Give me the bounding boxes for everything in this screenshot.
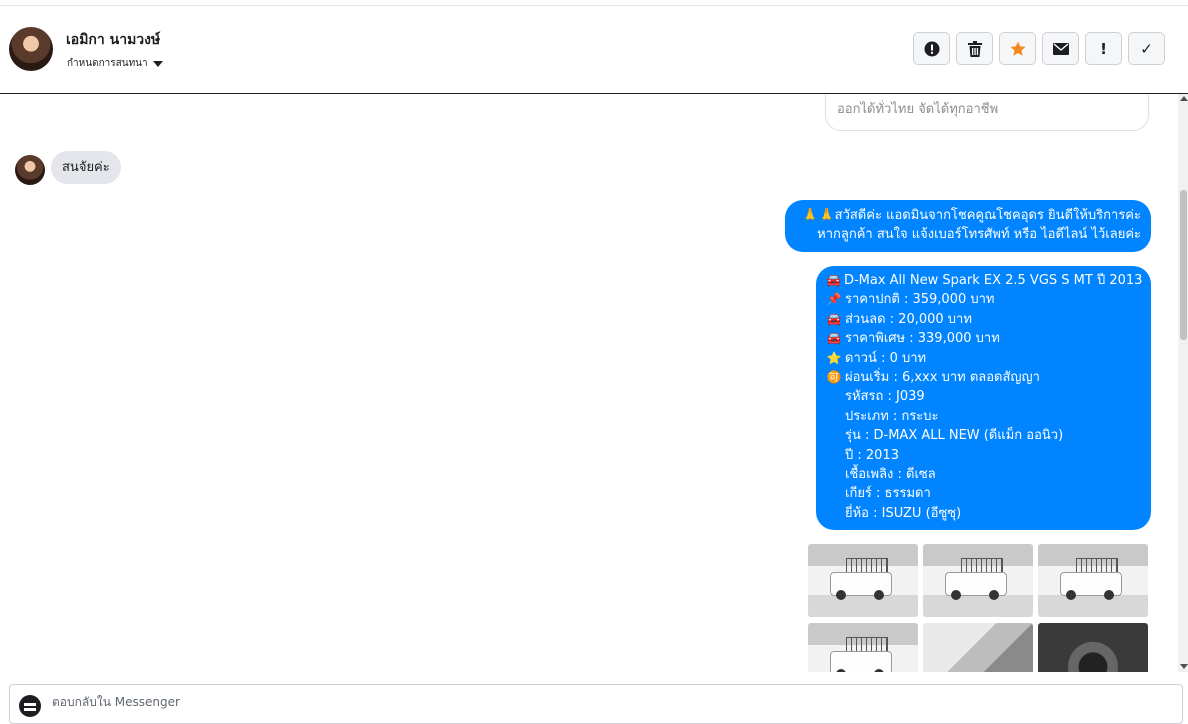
star-icon bbox=[1010, 41, 1025, 56]
trash-icon bbox=[967, 40, 982, 57]
conversation-header: เอมิกา นามวงษ์ กำหนดการสนทนา ! ✓ bbox=[0, 6, 1188, 94]
contact-avatar[interactable] bbox=[9, 27, 53, 71]
thread-scrollbar[interactable] bbox=[1178, 94, 1188, 672]
ad-card-text: ออกได้ทั่วไทย จัดได้ทุกอาชีพ bbox=[837, 102, 999, 117]
listing-line: 🚘 D-Max All New Spark EX 2.5 VGS S MT ปี … bbox=[826, 271, 1142, 290]
car-photo[interactable] bbox=[1038, 623, 1148, 672]
listing-line: 🉑 ผ่อนเริ่ม : 6,xxx บาท ตลอดสัญญา bbox=[826, 368, 1141, 387]
incoming-message[interactable]: สนจัยค่ะ bbox=[51, 151, 121, 184]
photo-gallery bbox=[808, 544, 1152, 672]
caret-down-icon bbox=[152, 60, 163, 67]
check-icon: ✓ bbox=[1140, 39, 1153, 58]
pin-icon: 📌 bbox=[826, 292, 842, 307]
header-toolbar: ! ✓ bbox=[913, 32, 1165, 65]
listing-line: ประเภท : กระบะ bbox=[845, 408, 939, 424]
delete-button[interactable] bbox=[956, 32, 993, 65]
ad-card[interactable]: ออกได้ทั่วไทย จัดได้ทุกอาชีพ bbox=[825, 94, 1149, 131]
listing-line: ⭐ ดาวน์ : 0 บาท bbox=[826, 349, 1141, 368]
car-icon: 🚘 bbox=[826, 331, 842, 346]
follow-up-button[interactable]: ! bbox=[1085, 32, 1122, 65]
listing-line: ปี : 2013 bbox=[845, 447, 899, 463]
messenger-icon bbox=[19, 695, 41, 717]
message-thread[interactable]: ออกได้ทั่วไทย จัดได้ทุกอาชีพ สนจัยค่ะ 🙏🙏… bbox=[0, 94, 1178, 672]
star-button[interactable] bbox=[999, 32, 1036, 65]
contact-name[interactable]: เอมิกา นามวงษ์ bbox=[66, 29, 160, 51]
scrollbar-thumb[interactable] bbox=[1180, 190, 1187, 340]
alert-circle-icon bbox=[924, 41, 939, 56]
reply-input[interactable] bbox=[52, 695, 652, 709]
exclamation-icon: ! bbox=[1100, 39, 1107, 58]
assign-conversation-dropdown[interactable]: กำหนดการสนทนา bbox=[67, 56, 163, 71]
car-photo[interactable] bbox=[808, 544, 918, 617]
accept-badge-icon: 🉑 bbox=[826, 370, 842, 385]
assign-conversation-label: กำหนดการสนทนา bbox=[67, 58, 148, 69]
listing-line: เกียร์ : ธรรมดา bbox=[845, 486, 931, 502]
car-photo[interactable] bbox=[808, 623, 918, 672]
listing-line: 🚘 ส่วนลด : 20,000 บาท bbox=[826, 310, 1141, 329]
car-photo[interactable] bbox=[1038, 544, 1148, 617]
listing-line: 📌 ราคาปกติ : 359,000 บาท bbox=[826, 290, 1141, 309]
car-icon: 🚘 bbox=[826, 311, 842, 326]
listing-line: รุ่น : D-MAX ALL NEW (ดีแม็ก ออนิว) bbox=[845, 428, 1064, 444]
star-icon: ⭐ bbox=[826, 350, 842, 365]
listing-line: รหัสรถ : J039 bbox=[845, 389, 925, 405]
listing-line: ยี่ห้อ : ISUZU (อีซูซุ) bbox=[845, 505, 962, 521]
scroll-down-arrow-icon[interactable] bbox=[1180, 664, 1188, 669]
greeting-line-2: หากลูกค้า สนใจ แจ้งเบอร์โทรศัพท์ หรือ ไอ… bbox=[817, 227, 1141, 242]
outgoing-message-greeting[interactable]: 🙏🙏สวัสดีค่ะ แอดมินจากโชคคูณโชคอุดร ยินดี… bbox=[785, 200, 1151, 252]
done-button[interactable]: ✓ bbox=[1128, 32, 1165, 65]
scroll-up-arrow-icon[interactable] bbox=[1180, 96, 1188, 101]
car-photo[interactable] bbox=[923, 544, 1033, 617]
sender-avatar bbox=[15, 155, 45, 185]
reply-composer[interactable] bbox=[9, 684, 1183, 724]
mark-unread-button[interactable] bbox=[1042, 32, 1079, 65]
listing-line: เชื้อเพลิง : ดีเซล bbox=[845, 467, 936, 483]
listing-line: 🚘 ราคาพิเศษ : 339,000 บาท bbox=[826, 329, 1141, 348]
spam-button[interactable] bbox=[913, 32, 950, 65]
envelope-icon bbox=[1052, 42, 1069, 55]
car-icon: 🚘 bbox=[826, 273, 841, 287]
outgoing-message-listing[interactable]: 🚘 D-Max All New Spark EX 2.5 VGS S MT ปี … bbox=[816, 266, 1151, 530]
car-photo[interactable] bbox=[923, 623, 1033, 672]
greeting-line-1: 🙏🙏สวัสดีค่ะ แอดมินจากโชคคูณโชคอุดร ยินดี… bbox=[802, 208, 1141, 223]
